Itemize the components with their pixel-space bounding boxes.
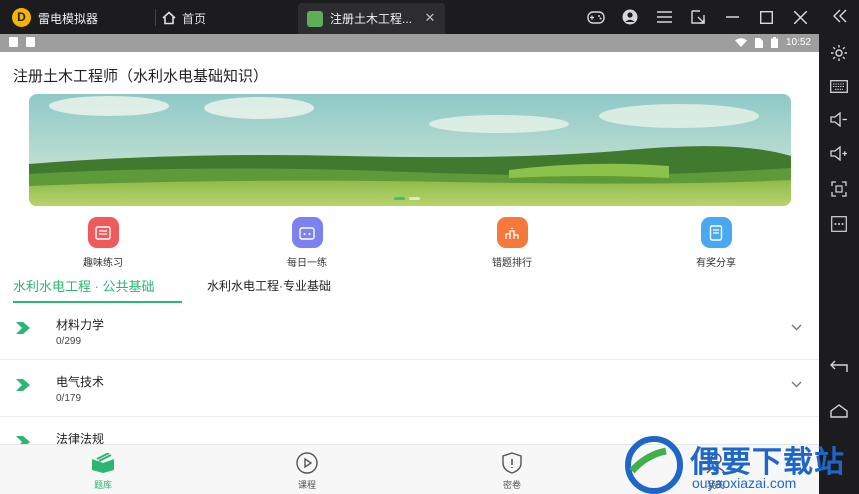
maximize-icon[interactable] xyxy=(755,6,777,28)
screenshot-icon[interactable] xyxy=(828,181,850,203)
subject-name: 电气技术 xyxy=(56,375,105,389)
calendar-icon xyxy=(291,217,323,248)
site-watermark: 偶要下载站 ouyaoxiazai.com xyxy=(622,435,852,494)
chevron-down-icon[interactable] xyxy=(789,377,803,391)
keyboard-icon[interactable] xyxy=(828,78,850,100)
quick-action-share[interactable]: 有奖分享 xyxy=(676,217,756,269)
tab-public-basics[interactable]: 水利水电工程 · 公共基础 xyxy=(13,276,155,295)
tab-home-label: 首页 xyxy=(182,11,207,26)
nav-secret-papers[interactable]: 密卷 xyxy=(482,451,542,491)
app-logo: D xyxy=(12,8,31,27)
subject-progress: 0/299 xyxy=(56,336,82,347)
window-controls xyxy=(585,0,811,34)
quick-action-label: 有奖分享 xyxy=(696,258,736,269)
nav-label: 课程 xyxy=(297,480,316,490)
tab-professional-basics[interactable]: 水利水电工程·专业基础 xyxy=(207,277,331,294)
page-title: 注册土木工程师（水利水电基础知识） xyxy=(13,68,269,85)
app-name: 雷电模拟器 xyxy=(38,12,99,26)
share-icon xyxy=(700,217,732,248)
android-screen: 10:52 注册土木工程师（水利水电基础知识） 趣味练习 每日一练 错题排行 有… xyxy=(0,34,819,494)
popout-icon[interactable] xyxy=(687,6,709,28)
banner-image[interactable] xyxy=(29,94,791,206)
gamepad-icon[interactable] xyxy=(585,6,607,28)
flag-icon xyxy=(16,379,30,391)
quick-action-label: 趣味练习 xyxy=(83,258,123,269)
volume-up-icon[interactable] xyxy=(828,145,850,168)
android-home-icon[interactable] xyxy=(828,403,850,425)
active-tab-indicator xyxy=(13,301,182,303)
subject-tabs: 水利水电工程 · 公共基础 水利水电工程·专业基础 xyxy=(0,273,819,303)
tab-home[interactable]: 首页 xyxy=(162,8,206,28)
play-icon xyxy=(295,451,319,475)
ranking-icon xyxy=(496,217,528,248)
app-tab-icon xyxy=(307,10,323,27)
close-window-icon[interactable] xyxy=(789,6,811,28)
tab-active-app[interactable]: 注册土木工程... ✕ xyxy=(298,3,445,34)
more-options-icon[interactable] xyxy=(828,216,850,238)
watermark-url: ouyaoxiazai.com xyxy=(692,475,797,491)
wifi-icon xyxy=(734,38,747,47)
book-icon xyxy=(91,451,115,475)
shield-icon xyxy=(500,451,524,475)
collapse-sidebar-icon[interactable] xyxy=(829,6,851,28)
home-icon xyxy=(162,11,176,25)
chevron-down-icon[interactable] xyxy=(789,320,803,334)
subject-name: 材料力学 xyxy=(56,318,105,332)
list-item[interactable]: 电气技术 0/179 xyxy=(0,361,819,417)
account-icon[interactable] xyxy=(619,6,641,28)
quick-action-label: 每日一练 xyxy=(287,258,327,269)
nav-courses[interactable]: 课程 xyxy=(277,451,337,491)
battery-icon xyxy=(770,37,778,48)
quick-action-daily[interactable]: 每日一练 xyxy=(267,217,347,269)
nav-question-bank[interactable]: 题库 xyxy=(73,451,133,491)
tab-active-label: 注册土木工程... xyxy=(330,12,413,26)
volume-down-icon[interactable] xyxy=(828,111,850,134)
flag-icon xyxy=(16,322,30,334)
no-sim-icon xyxy=(754,37,763,48)
emulator-toolbar xyxy=(820,34,859,494)
app-notification-icon xyxy=(26,37,35,47)
close-tab-icon[interactable]: ✕ xyxy=(423,11,437,25)
pager-dot[interactable] xyxy=(394,197,405,200)
nav-label: 密卷 xyxy=(502,480,521,490)
quick-action-label: 错题排行 xyxy=(492,258,532,269)
menu-icon[interactable] xyxy=(653,6,675,28)
banner-pager xyxy=(394,197,420,200)
tab-divider xyxy=(155,9,156,26)
practice-icon xyxy=(87,217,119,248)
notification-icon xyxy=(9,37,18,47)
status-time: 10:52 xyxy=(785,37,811,48)
settings-gear-icon[interactable] xyxy=(828,44,850,66)
back-icon[interactable] xyxy=(828,358,850,380)
nav-label: 题库 xyxy=(93,480,112,490)
pager-dot[interactable] xyxy=(409,197,420,200)
minimize-icon[interactable] xyxy=(721,6,743,28)
quick-action-fun-practice[interactable]: 趣味练习 xyxy=(63,217,143,269)
android-status-bar: 10:52 xyxy=(0,34,819,52)
list-item[interactable]: 材料力学 0/299 xyxy=(0,304,819,360)
watermark-logo-icon xyxy=(625,436,683,494)
subject-progress: 0/179 xyxy=(56,393,82,404)
quick-action-mistake-ranking[interactable]: 错题排行 xyxy=(472,217,552,269)
emulator-titlebar: D 雷电模拟器 首页 注册土木工程... ✕ xyxy=(0,0,859,34)
